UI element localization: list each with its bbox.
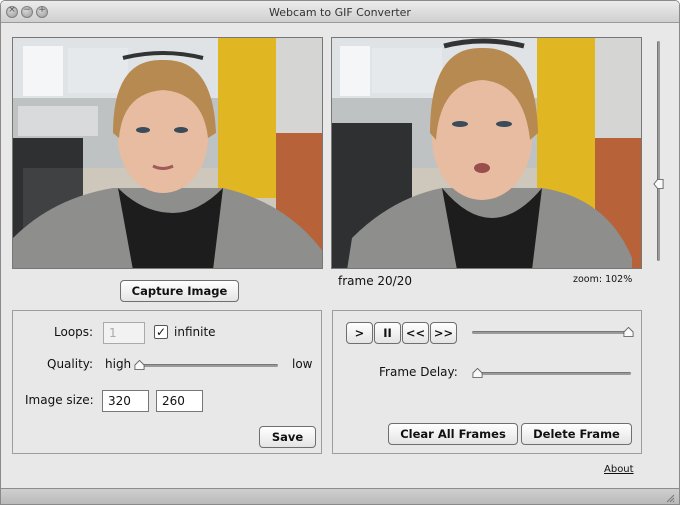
infinite-label: infinite xyxy=(174,325,216,339)
zoom-slider-track[interactable] xyxy=(657,41,660,261)
frame-delay-label: Frame Delay: xyxy=(379,365,458,379)
quality-slider-track[interactable] xyxy=(138,364,278,367)
frame-delay-slider-track[interactable] xyxy=(476,372,631,375)
live-webcam-view xyxy=(12,37,323,269)
quality-high-label: high xyxy=(105,357,132,371)
frame-counter: frame 20/20 xyxy=(338,274,412,288)
window-title: Webcam to GIF Converter xyxy=(269,6,411,19)
save-button[interactable]: Save xyxy=(259,426,316,448)
play-button[interactable]: > xyxy=(346,322,373,344)
app-window: × − + Webcam to GIF Converter Capture Im… xyxy=(0,0,680,505)
clear-all-frames-button[interactable]: Clear All Frames xyxy=(388,423,518,445)
status-bar xyxy=(1,488,679,504)
image-size-label: Image size: xyxy=(25,393,94,407)
zoom-readout: zoom: 102% xyxy=(573,274,633,285)
fast-forward-button[interactable]: >> xyxy=(430,322,457,344)
playback-panel: > II << >> Frame Delay: Clear All Frames… xyxy=(332,310,642,454)
capture-image-button[interactable]: Capture Image xyxy=(120,280,239,302)
image-height-input[interactable]: 260 xyxy=(156,390,203,412)
about-link[interactable]: About xyxy=(604,464,634,475)
frame-position-slider-track[interactable] xyxy=(472,331,632,334)
quality-label: Quality: xyxy=(47,357,94,371)
image-width-input[interactable]: 320 xyxy=(102,390,149,412)
gif-settings-panel: Loops: 1 ✓ infinite Quality: high low Im… xyxy=(12,310,322,454)
quality-low-label: low xyxy=(292,357,313,371)
zoom-slider-thumb[interactable] xyxy=(653,178,664,190)
loops-input[interactable]: 1 xyxy=(103,322,145,344)
loops-label: Loops: xyxy=(54,325,94,339)
title-bar: × − + Webcam to GIF Converter xyxy=(1,1,679,23)
quality-slider-thumb[interactable] xyxy=(134,359,145,371)
rewind-button[interactable]: << xyxy=(402,322,429,344)
resize-grip-icon[interactable] xyxy=(665,493,675,503)
pause-button[interactable]: II xyxy=(374,322,401,344)
frame-delay-slider-thumb[interactable] xyxy=(472,367,483,379)
infinite-checkbox[interactable]: ✓ xyxy=(154,325,168,339)
frame-position-slider-thumb[interactable] xyxy=(623,326,634,338)
frame-preview xyxy=(331,37,642,269)
delete-frame-button[interactable]: Delete Frame xyxy=(521,423,632,445)
